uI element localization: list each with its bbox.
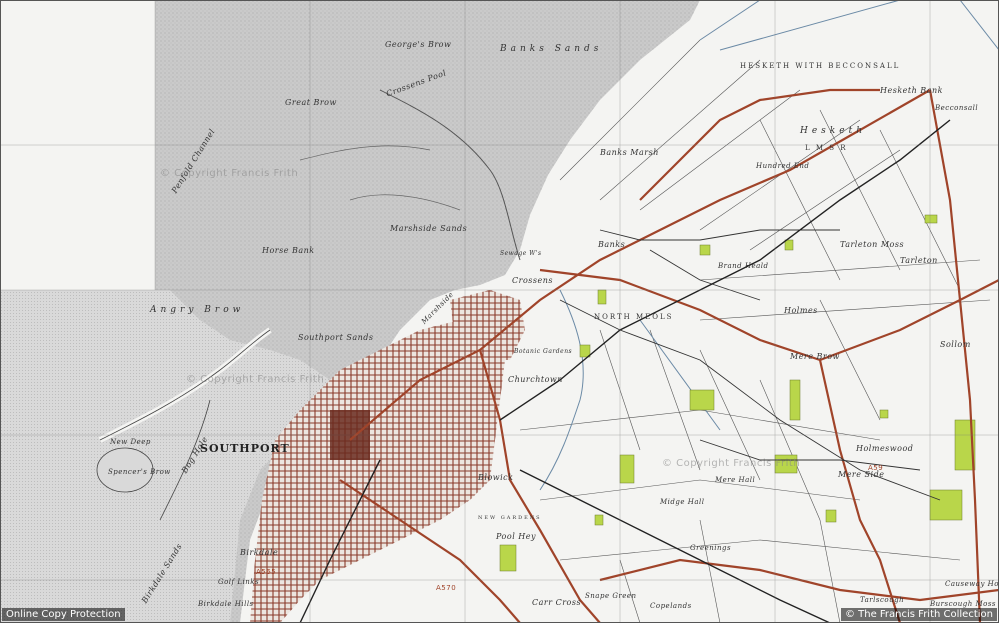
label-burscough-moss: Burscough Moss	[930, 600, 997, 608]
label-north-meols: NORTH MEOLS	[594, 313, 674, 321]
label-marshside-sands: Marshside Sands	[390, 224, 468, 233]
label-horse-bank: Horse Bank	[262, 246, 315, 255]
copyright-right: © The Francis Frith Collection	[840, 608, 997, 621]
label-birkdale[interactable]: Birkdale	[240, 548, 278, 557]
watermark-1: © Copyright Francis Frith	[160, 168, 299, 179]
label-angry-brow: Angry Brow	[150, 305, 245, 315]
label-hesketh-with-becconsall: HESKETH WITH BECCONSALL	[740, 62, 901, 70]
label-tarleton[interactable]: Tarleton	[900, 256, 938, 265]
label-holmeswood: Holmeswood	[856, 444, 914, 453]
label-sewage-works: Sewage W's	[500, 250, 542, 257]
label-southport[interactable]: SOUTHPORT	[200, 442, 290, 455]
label-golf-links: Golf Links	[218, 578, 260, 586]
label-road-a570: A570	[436, 584, 457, 592]
label-road-a565: A565	[256, 568, 277, 576]
label-crossens[interactable]: Crossens	[512, 276, 553, 285]
label-pool-hey: Pool Hey	[496, 532, 537, 541]
label-tarlscough: Tarlscough	[860, 596, 905, 604]
label-new-deep: New Deep	[110, 438, 151, 446]
label-holmes: Holmes	[784, 306, 818, 315]
copyright-left: Online Copy Protection	[2, 608, 125, 621]
label-blowick[interactable]: Blowick	[478, 473, 514, 482]
label-tarleton-moss: Tarleton Moss	[840, 240, 905, 249]
watermark-2: © Copyright Francis Frith	[186, 374, 325, 385]
label-carr-cross: Carr Cross	[532, 598, 582, 607]
label-botanic-gardens: Botanic Gardens	[514, 348, 573, 355]
label-new-gardens: NEW GARDENS	[478, 515, 542, 521]
label-becconsall: Becconsall	[935, 104, 979, 112]
label-copelands: Copelands	[650, 602, 692, 610]
label-southport-sands: Southport Sands	[298, 333, 374, 342]
label-great-brow: Great Brow	[285, 98, 337, 107]
watermark-3: © Copyright Francis Frith	[662, 458, 801, 469]
label-hesketh: Hesketh	[800, 126, 866, 136]
label-banks-sands: Banks Sands	[500, 44, 603, 54]
label-causeway-house: Causeway House	[945, 580, 999, 588]
label-road-a59: A59	[868, 464, 884, 472]
map-canvas[interactable]: George's Brow Banks Sands Great Brow Cro…	[0, 0, 999, 623]
label-mere-brow[interactable]: Mere Brow	[790, 352, 840, 361]
label-banks[interactable]: Banks	[598, 240, 625, 249]
label-spencers-brow: Spencer's Brow	[108, 468, 171, 476]
label-hundred-end: Hundred End	[756, 162, 810, 170]
label-sollom: Sollom	[940, 340, 971, 349]
label-hesketh-bank[interactable]: Hesketh Bank	[880, 86, 943, 95]
label-churchtown[interactable]: Churchtown	[508, 375, 563, 384]
label-georges-brow: George's Brow	[385, 40, 452, 49]
label-snape-green: Snape Green	[585, 592, 637, 600]
label-greenings: Greenings	[690, 544, 732, 552]
label-brand-heald: Brand Heald	[718, 262, 769, 270]
label-midge-hall: Midge Hall	[660, 498, 705, 506]
label-birkdale-hills: Birkdale Hills	[198, 600, 254, 608]
label-lmsr: L M S R	[805, 144, 848, 152]
label-mere-hall: Mere Hall	[715, 476, 756, 484]
label-banks-marsh: Banks Marsh	[600, 148, 659, 157]
